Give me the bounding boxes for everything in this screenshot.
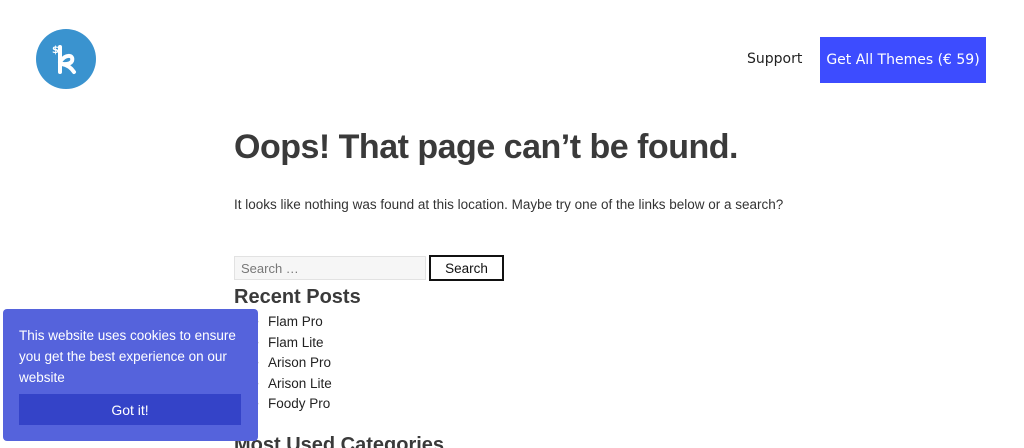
search-input[interactable]	[234, 256, 426, 280]
svg-text:$: $	[52, 45, 59, 56]
search-button[interactable]: Search	[429, 255, 504, 281]
page-title: Oops! That page can’t be found.	[234, 128, 738, 166]
site-logo[interactable]: $	[36, 29, 96, 89]
categories-heading: Most Used Categories	[234, 434, 445, 448]
recent-post-link[interactable]: Flam Pro	[254, 312, 332, 333]
recent-post-link[interactable]: Arison Lite	[254, 374, 332, 395]
recent-post-link[interactable]: Arison Pro	[254, 353, 332, 374]
cookie-text: This website uses cookies to ensure you …	[19, 328, 236, 385]
cookie-accept-button[interactable]: Got it!	[19, 394, 241, 425]
intro-text: It looks like nothing was found at this …	[234, 197, 784, 212]
recent-posts-heading: Recent Posts	[234, 286, 361, 308]
recent-post-link[interactable]: Flam Lite	[254, 333, 332, 354]
recent-posts-list: Flam Pro Flam Lite Arison Pro Arison Lit…	[254, 312, 332, 415]
k-logo-icon: $	[52, 45, 76, 74]
support-link[interactable]: Support	[747, 51, 802, 67]
cookie-banner: This website uses cookies to ensure you …	[3, 309, 258, 441]
recent-post-link[interactable]: Foody Pro	[254, 394, 332, 415]
get-all-themes-button[interactable]: Get All Themes (€ 59)	[820, 37, 986, 83]
